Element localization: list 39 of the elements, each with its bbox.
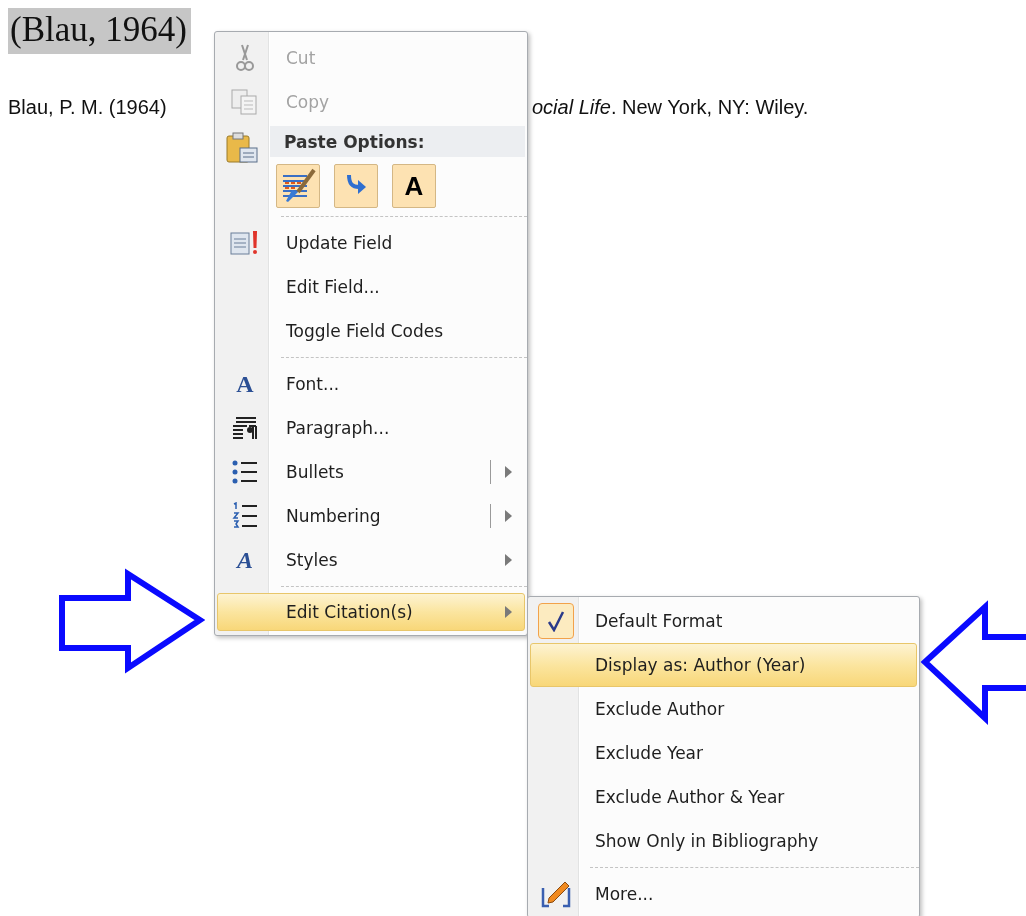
font-icon: A xyxy=(236,372,254,396)
paste-option-button[interactable] xyxy=(276,164,320,208)
menu-item[interactable]: Exclude Author & Year xyxy=(530,775,917,819)
brush-icon xyxy=(280,168,316,204)
styles-icon: A xyxy=(237,548,253,572)
pencil-icon xyxy=(541,880,571,908)
menu-item[interactable]: More... xyxy=(530,872,917,916)
menu-item[interactable]: Display as: Author (Year) xyxy=(530,643,917,687)
menu-item[interactable]: Exclude Author xyxy=(530,687,917,731)
menu-item[interactable]: Default Format xyxy=(530,599,917,643)
copy-icon xyxy=(231,89,259,115)
document-exclamation-icon xyxy=(230,230,260,256)
menu-item[interactable]: A Styles xyxy=(217,538,525,582)
left-arrow-icon xyxy=(918,600,1026,725)
clipboard-icon xyxy=(225,132,259,164)
scissors-icon xyxy=(235,44,255,72)
selected-citation: (Blau, 1964) xyxy=(8,8,191,54)
menu-item[interactable]: Exclude Year xyxy=(530,731,917,775)
menu-item[interactable]: Edit Field... xyxy=(217,265,525,309)
paragraph-icon xyxy=(232,415,258,441)
reference-text: Blau, P. M. (1964) xyxy=(8,96,167,119)
menu-item[interactable]: Update Field xyxy=(217,221,525,265)
menu-item[interactable]: Numbering xyxy=(217,494,525,538)
menu-item[interactable]: Show Only in Bibliography xyxy=(530,819,917,863)
paste-option-button[interactable]: A xyxy=(392,164,436,208)
bullet-list-icon xyxy=(232,459,258,485)
reference-text: ocial Life. New York, NY: Wiley. xyxy=(532,96,809,119)
submenu-arrow-icon xyxy=(505,510,512,522)
menu-item[interactable]: Edit Citation(s) xyxy=(217,593,525,631)
submenu-arrow-icon xyxy=(505,554,512,566)
menu-item[interactable]: Toggle Field Codes xyxy=(217,309,525,353)
menu-item[interactable]: Paragraph... xyxy=(217,406,525,450)
numbered-list-icon xyxy=(232,502,258,530)
submenu-arrow-icon xyxy=(505,466,512,478)
menu-item[interactable]: A Font... xyxy=(217,362,525,406)
paste-option-button[interactable] xyxy=(334,164,378,208)
section-header: Paste Options: xyxy=(270,126,525,157)
submenu-arrow-icon xyxy=(505,606,512,618)
menu-item[interactable]: Bullets xyxy=(217,450,525,494)
